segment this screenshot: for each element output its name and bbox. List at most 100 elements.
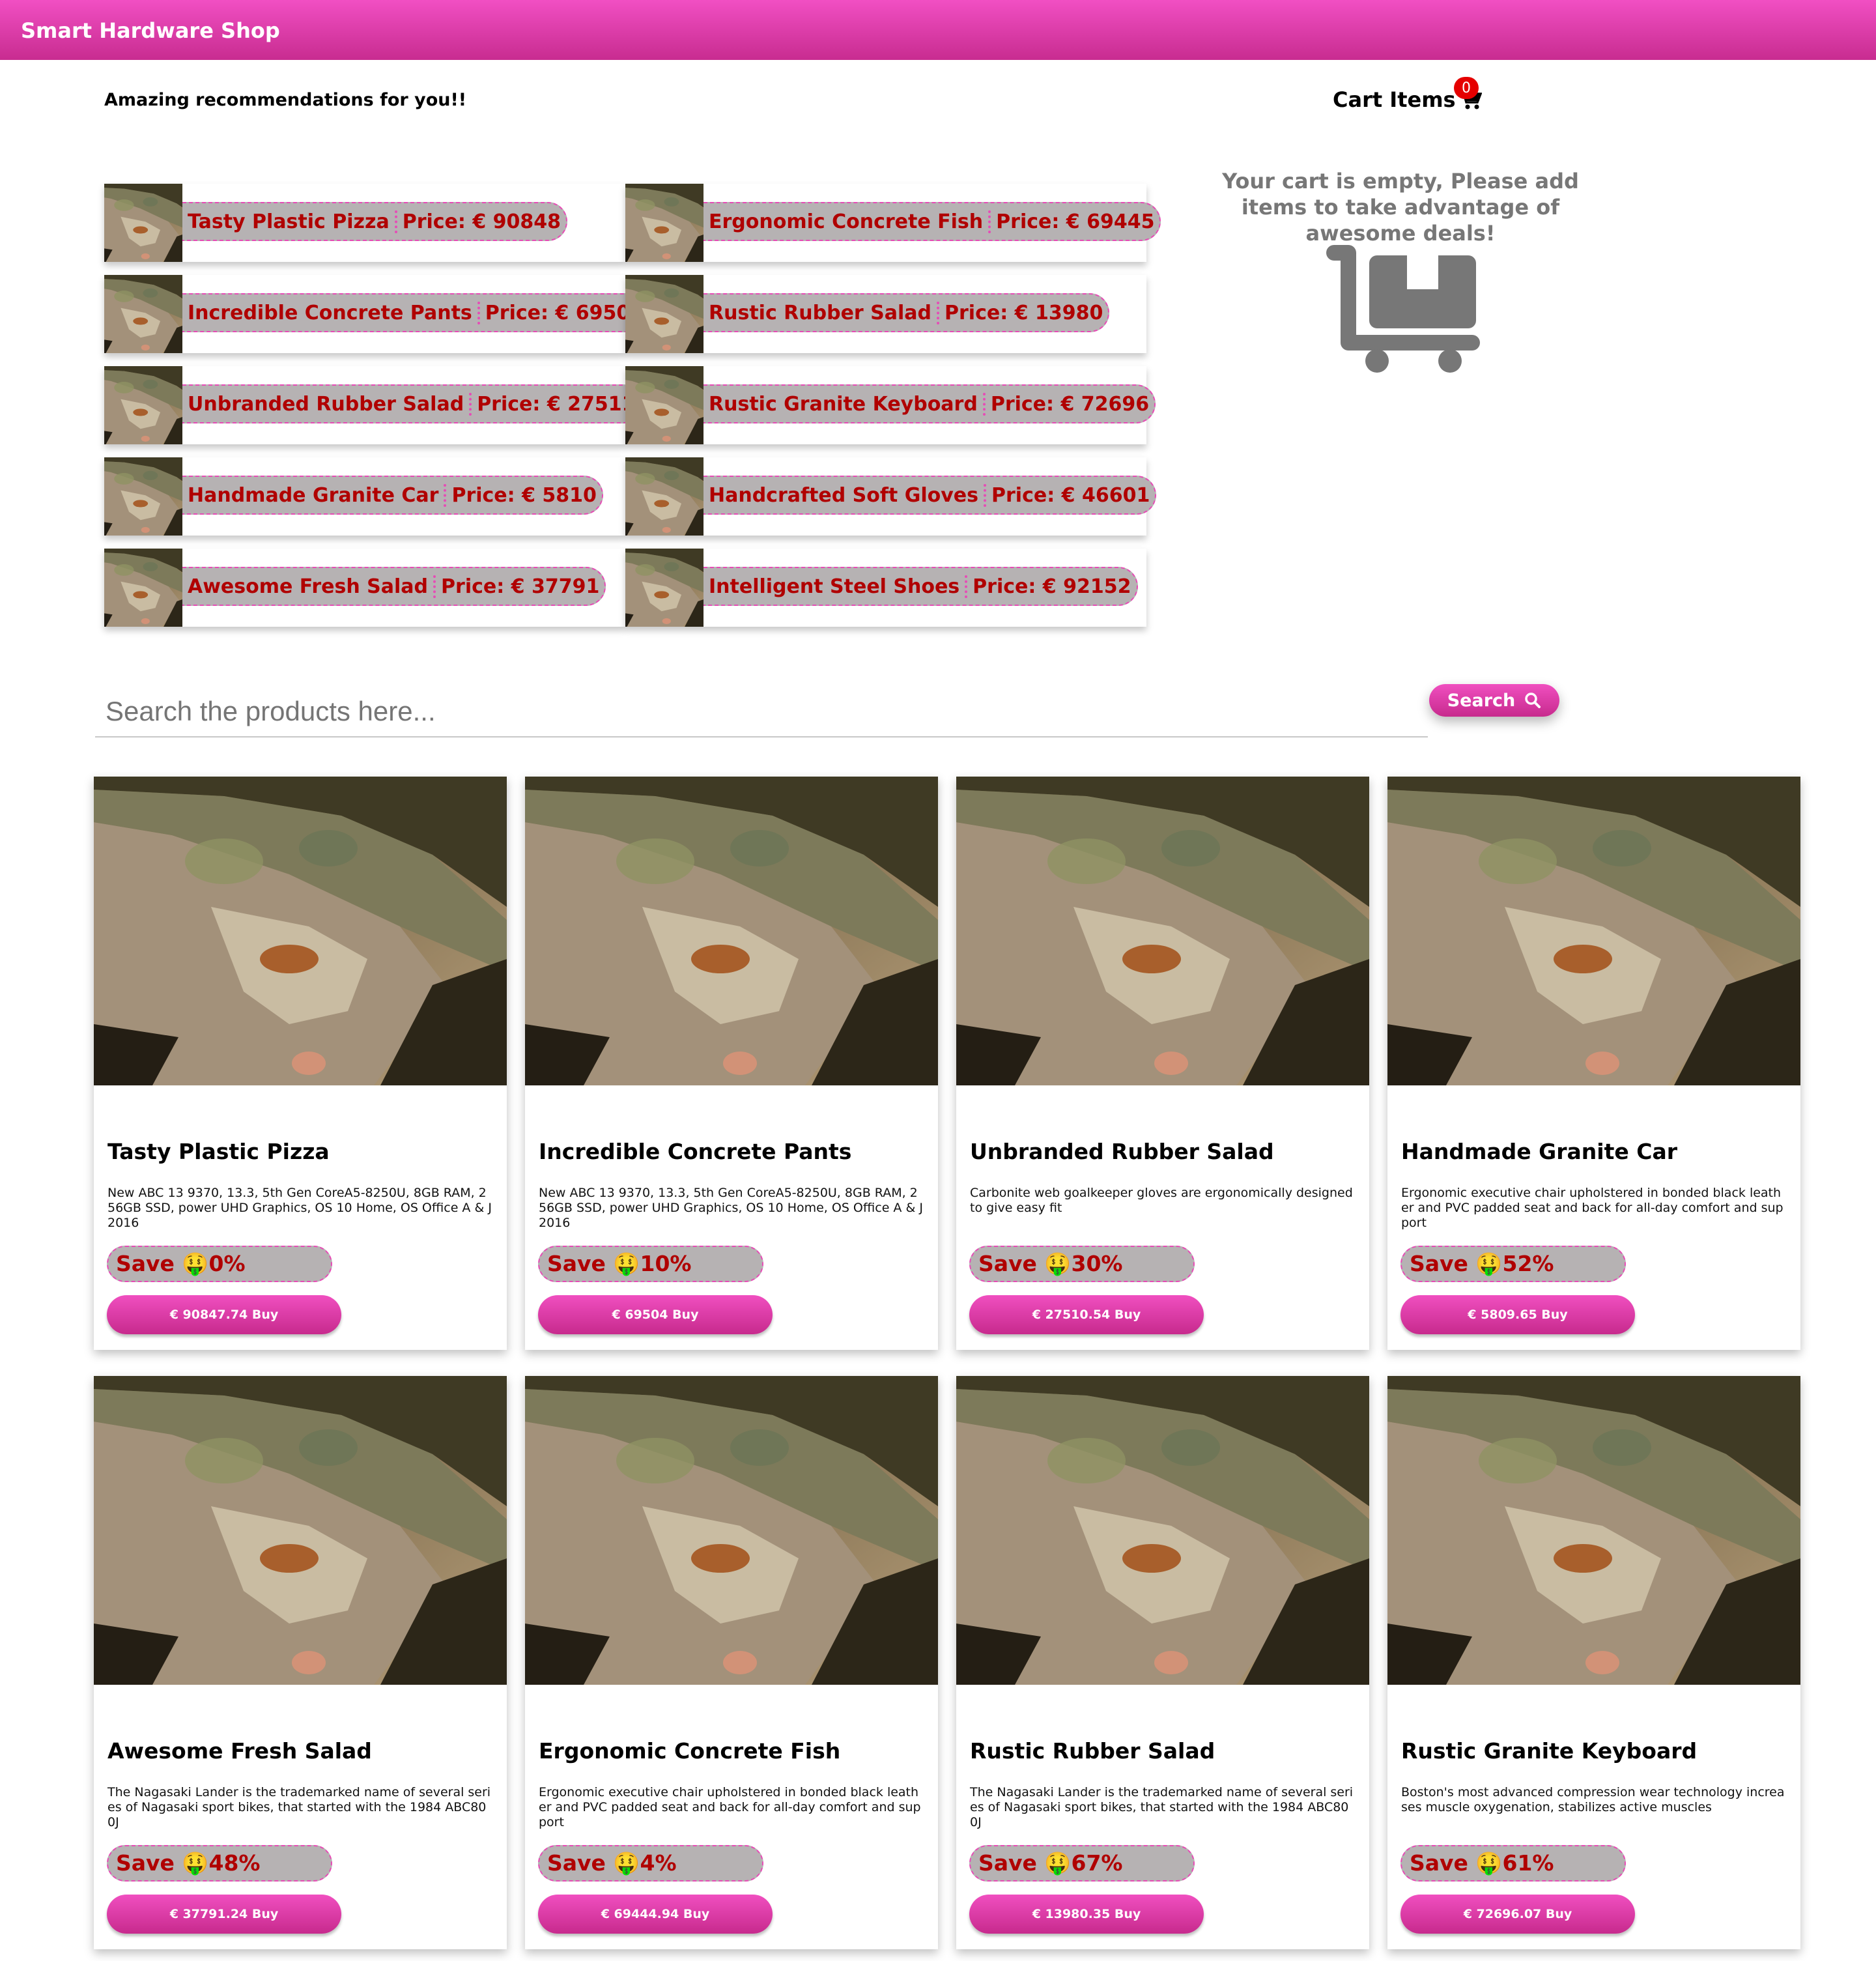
product-title: Awesome Fresh Salad [107, 1738, 372, 1764]
save-badge: Save 🤑10% [538, 1246, 763, 1282]
recommendation-name: Handcrafted Soft Gloves [704, 483, 986, 507]
product-thumbnail [625, 366, 704, 444]
search-button[interactable]: Search [1429, 684, 1559, 717]
recommendation-pill: Tasty Plastic Pizza Price: € 90848 [182, 202, 568, 241]
recommendation-name: Rustic Granite Keyboard [704, 392, 986, 416]
buy-button[interactable]: € 5809.65 Buy [1400, 1295, 1635, 1334]
buy-button[interactable]: € 69444.94 Buy [538, 1895, 773, 1934]
product-card: Incredible Concrete Pants New ABC 13 9370… [525, 777, 938, 1350]
recommendation-price: Price: € 13980 [945, 301, 1103, 324]
recommendation-pill: Ergonomic Concrete Fish Price: € 69445 [704, 202, 1161, 241]
search-input[interactable] [95, 687, 1428, 737]
search-button-label: Search [1447, 690, 1516, 711]
buy-button[interactable]: € 27510.54 Buy [969, 1295, 1204, 1334]
product-title: Rustic Rubber Salad [970, 1738, 1215, 1764]
product-thumbnail [104, 457, 182, 536]
product-thumbnail [104, 275, 182, 353]
product-title: Incredible Concrete Pants [539, 1139, 852, 1164]
recommendation-pill: Handmade Granite Car Price: € 5810 [182, 476, 603, 515]
recommendation-name: Tasty Plastic Pizza [182, 210, 397, 233]
recommendation-name: Rustic Rubber Salad [704, 301, 940, 324]
recommendation-name: Awesome Fresh Salad [182, 575, 436, 598]
recommendation-price: Price: € 92152 [973, 575, 1131, 598]
product-thumbnail [104, 184, 182, 262]
recommendation-item[interactable]: Handmade Granite Car Price: € 5810 [104, 457, 625, 536]
product-thumbnail [625, 184, 704, 262]
recommendation-item[interactable]: Handcrafted Soft Gloves Price: € 46601 [625, 457, 1157, 536]
recommendations-list: Tasty Plastic Pizza Price: € 90848 Ergonom… [104, 184, 1161, 627]
product-description: New ABC 13 9370, 13.3, 5th Gen CoreA5-82… [539, 1186, 923, 1230]
cart-count-badge: 0 [1454, 77, 1479, 99]
recommendation-price: Price: € 27511 [477, 392, 636, 416]
product-image [1387, 777, 1800, 1085]
recommendation-item[interactable]: Unbranded Rubber Salad Price: € 27511 [104, 366, 642, 444]
recommendation-pill: Rustic Granite Keyboard Price: € 72696 [704, 384, 1156, 423]
recommendation-pill: Intelligent Steel Shoes Price: € 92152 [704, 567, 1138, 606]
recommendation-price: Price: € 37791 [441, 575, 600, 598]
app-title[interactable]: Smart Hardware Shop [21, 18, 280, 43]
product-title: Ergonomic Concrete Fish [539, 1738, 841, 1764]
product-card: Ergonomic Concrete Fish Ergonomic executi… [525, 1376, 938, 1949]
recommendation-item[interactable]: Ergonomic Concrete Fish Price: € 69445 [625, 184, 1161, 262]
recommendation-price: Price: € 69445 [996, 210, 1155, 233]
product-card: Unbranded Rubber Salad Carbonite web goal… [956, 777, 1369, 1350]
recommendation-item[interactable]: Tasty Plastic Pizza Price: € 90848 [104, 184, 625, 262]
recommendation-item[interactable]: Intelligent Steel Shoes Price: € 92152 [625, 549, 1146, 627]
recommendation-price: Price: € 5810 [451, 483, 597, 507]
search-icon [1525, 693, 1541, 708]
product-description: New ABC 13 9370, 13.3, 5th Gen CoreA5-82… [107, 1186, 492, 1230]
product-description: Ergonomic executive chair upholstered in… [539, 1785, 921, 1829]
recommendation-item[interactable]: Incredible Concrete Pants Price: € 69504 [104, 275, 651, 353]
product-description: Carbonite web goalkeeper gloves are ergo… [970, 1186, 1353, 1215]
product-description: The Nagasaki Lander is the trademarked n… [107, 1785, 491, 1829]
product-thumbnail [625, 457, 704, 536]
recommendation-name: Handmade Granite Car [182, 483, 447, 507]
product-image [94, 1376, 507, 1685]
save-badge: Save 🤑48% [107, 1845, 332, 1882]
cart-empty-message: Your cart is empty, Please add items to … [1222, 169, 1579, 246]
save-badge: Save 🤑30% [969, 1246, 1195, 1282]
save-badge: Save 🤑67% [969, 1845, 1195, 1882]
product-image [525, 1376, 938, 1685]
recommendation-price: Price: € 90848 [402, 210, 561, 233]
product-image [1387, 1376, 1800, 1685]
product-thumbnail [104, 366, 182, 444]
product-card: Rustic Granite Keyboard Boston's most adv… [1387, 1376, 1800, 1949]
recommendations-heading: Amazing recommendations for you!! [104, 90, 467, 110]
top-navbar: Smart Hardware Shop [0, 0, 1876, 60]
buy-button[interactable]: € 37791.24 Buy [107, 1895, 341, 1934]
product-thumbnail [104, 549, 182, 627]
buy-button[interactable]: € 13980.35 Buy [969, 1895, 1204, 1934]
recommendation-price: Price: € 69504 [485, 301, 644, 324]
product-image [956, 777, 1369, 1085]
product-title: Unbranded Rubber Salad [970, 1139, 1274, 1164]
buy-button[interactable]: € 69504 Buy [538, 1295, 773, 1334]
product-card: Awesome Fresh Salad The Nagasaki Lander i… [94, 1376, 507, 1949]
product-card: Rustic Rubber Salad The Nagasaki Lander i… [956, 1376, 1369, 1949]
dolly-cart-icon [1326, 245, 1480, 373]
product-title: Rustic Granite Keyboard [1401, 1738, 1698, 1764]
recommendation-pill: Unbranded Rubber Salad Price: € 27511 [182, 384, 642, 423]
recommendation-pill: Rustic Rubber Salad Price: € 13980 [704, 293, 1110, 332]
product-title: Tasty Plastic Pizza [107, 1139, 330, 1164]
buy-button[interactable]: € 90847.74 Buy [107, 1295, 341, 1334]
recommendation-item[interactable]: Rustic Granite Keyboard Price: € 72696 [625, 366, 1156, 444]
recommendation-name: Incredible Concrete Pants [182, 301, 480, 324]
recommendation-name: Ergonomic Concrete Fish [704, 210, 991, 233]
recommendation-pill: Incredible Concrete Pants Price: € 69504 [182, 293, 651, 332]
product-image [956, 1376, 1369, 1685]
recommendation-pill: Handcrafted Soft Gloves Price: € 46601 [704, 476, 1157, 515]
buy-button[interactable]: € 72696.07 Buy [1400, 1895, 1635, 1934]
recommendation-item[interactable]: Awesome Fresh Salad Price: € 37791 [104, 549, 625, 627]
save-badge: Save 🤑61% [1400, 1845, 1626, 1882]
product-thumbnail [625, 275, 704, 353]
product-image [94, 777, 507, 1085]
recommendation-pill: Awesome Fresh Salad Price: € 37791 [182, 567, 606, 606]
product-title: Handmade Granite Car [1401, 1139, 1677, 1164]
recommendation-item[interactable]: Rustic Rubber Salad Price: € 13980 [625, 275, 1146, 353]
product-description: Boston's most advanced compression wear … [1401, 1785, 1785, 1814]
product-card: Handmade Granite Car Ergonomic executive … [1387, 777, 1800, 1350]
product-thumbnail [625, 549, 704, 627]
cart-title: Cart Items [1333, 87, 1456, 112]
product-card: Tasty Plastic Pizza New ABC 13 9370, 13.3… [94, 777, 507, 1350]
